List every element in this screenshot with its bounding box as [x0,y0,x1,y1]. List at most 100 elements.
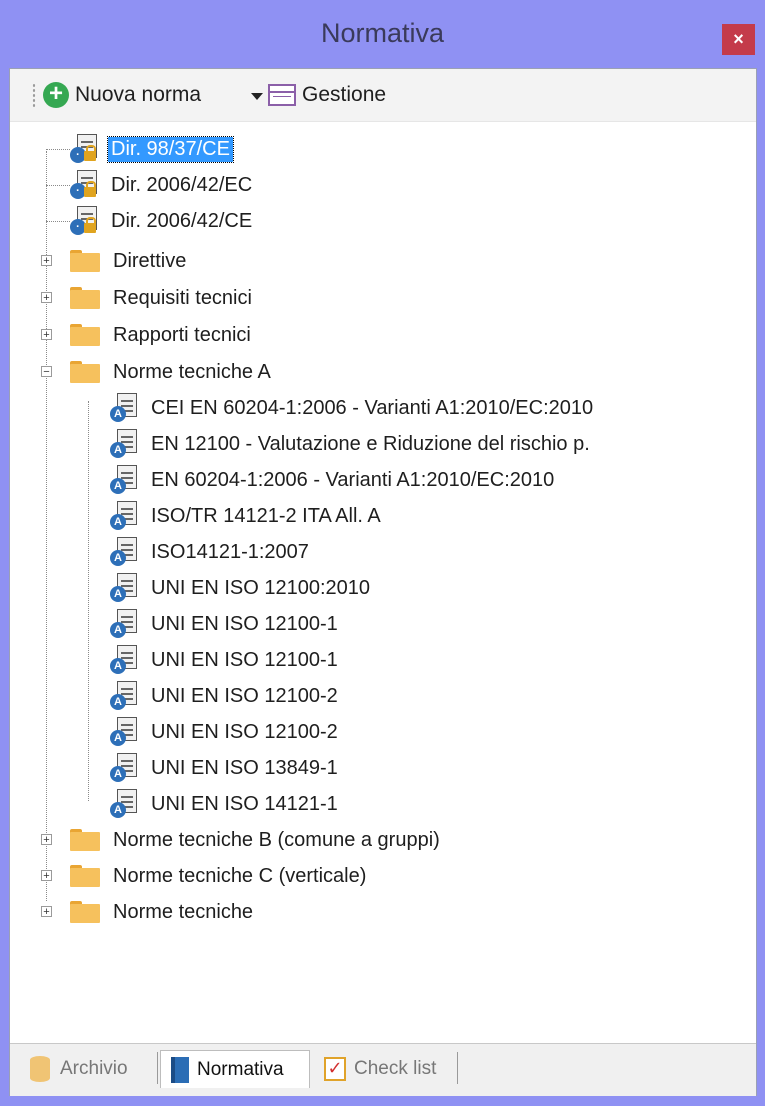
tab-separator [457,1052,458,1084]
add-icon: + [43,82,69,108]
folder-icon [70,865,100,887]
locked-document-icon: · [68,169,100,201]
expand-icon[interactable]: + [41,834,52,846]
titlebar[interactable]: Normativa × [0,0,765,78]
tree-node-label: EN 60204-1:2006 - Varianti A1:2010/EC:20… [151,468,555,491]
tree-node-doc[interactable]: A UNI EN ISO 14121-1 [108,786,341,822]
folder-icon [70,287,100,309]
tab-label: Archivio [60,1058,128,1079]
tree-folder-rapporti[interactable]: Rapporti tecnici [70,317,254,353]
norm-tree[interactable]: · Dir. 98/37/CE · Dir. 2006/42/EC · Dir.… [10,121,756,1041]
tab-label: Check list [354,1058,437,1079]
tree-node-doc[interactable]: A EN 12100 - Valutazione e Riduzione del… [108,426,593,462]
locked-document-icon: · [68,133,100,165]
expand-icon[interactable]: + [41,255,52,267]
document-a-icon: A [108,716,140,748]
close-button[interactable]: × [722,24,755,55]
tree-node-doc[interactable]: · Dir. 2006/42/EC [68,167,255,203]
tree-node-label: ISO/TR 14121-2 ITA All. A [151,504,381,527]
tree-branch-line [88,401,89,801]
expand-icon[interactable]: + [41,870,52,882]
new-norm-label: Nuova norma [75,83,202,106]
tree-node-label: UNI EN ISO 12100:2010 [151,576,371,599]
toolbar-grip-icon[interactable] [32,83,36,109]
tree-connector [46,221,70,222]
tree-folder-norme-b[interactable]: Norme tecniche B (comune a gruppi) [70,822,443,858]
bottom-tabbar: Archivio Normativa ✓ Check list [10,1043,756,1096]
new-norm-button[interactable]: + Nuova norma [43,79,201,111]
tree-node-label: Rapporti tecnici [113,323,251,346]
manage-button[interactable]: Gestione [268,79,386,111]
tree-node-doc[interactable]: A UNI EN ISO 12100-1 [108,606,341,642]
tree-folder-norme-c[interactable]: Norme tecniche C (verticale) [70,858,369,894]
tree-node-label: Dir. 2006/42/CE [111,209,253,232]
tree-node-doc[interactable]: A CEI EN 60204-1:2006 - Varianti A1:2010… [108,390,596,426]
tab-normativa[interactable]: Normativa [160,1050,310,1088]
folder-icon [70,901,100,923]
tree-node-label: Direttive [113,249,187,272]
tab-checklist[interactable]: ✓ Check list [314,1050,464,1088]
document-a-icon: A [108,752,140,784]
document-a-icon: A [108,608,140,640]
window: Normativa × + Nuova norma Gestione · Dir… [0,0,765,1106]
document-a-icon: A [108,536,140,568]
tree-node-doc[interactable]: A UNI EN ISO 12100-2 [108,714,341,750]
document-a-icon: A [108,500,140,532]
tree-node-label: UNI EN ISO 12100-1 [151,612,338,635]
tree-node-label: Norme tecniche C (verticale) [113,864,367,887]
tree-node-label: Dir. 2006/42/EC [111,173,253,196]
tree-node-label: Norme tecniche [113,900,254,923]
tree-node-label: UNI EN ISO 13849-1 [151,756,338,779]
tab-label: Normativa [197,1058,284,1080]
tree-folder-direttive[interactable]: Direttive [70,243,189,279]
tree-node-label: Requisiti tecnici [113,286,252,309]
tree-node-doc[interactable]: A ISO14121-1:2007 [108,534,312,570]
tree-node-doc[interactable]: A UNI EN ISO 13849-1 [108,750,341,786]
expand-icon[interactable]: + [41,292,52,304]
book-icon [171,1056,189,1083]
checklist-icon: ✓ [324,1057,346,1081]
tree-node-doc[interactable]: · Dir. 2006/42/CE [68,203,255,239]
tree-node-label: CEI EN 60204-1:2006 - Varianti A1:2010/E… [151,396,594,419]
document-a-icon: A [108,680,140,712]
tree-node-doc[interactable]: A ISO/TR 14121-2 ITA All. A [108,498,384,534]
tree-node-label: Dir. 98/37/CE [107,135,234,163]
document-a-icon: A [108,392,140,424]
tree-node-label: UNI EN ISO 12100-1 [151,648,338,671]
tree-node-label: EN 12100 - Valutazione e Riduzione del r… [151,432,590,455]
tree-node-doc[interactable]: A EN 60204-1:2006 - Varianti A1:2010/EC:… [108,462,557,498]
tree-folder-requisiti[interactable]: Requisiti tecnici [70,280,255,316]
database-icon [30,1056,50,1082]
document-a-icon: A [108,428,140,460]
tree-folder-norme[interactable]: Norme tecniche [70,894,256,930]
tree-node-label: Norme tecniche A [113,360,271,383]
collapse-icon[interactable]: − [41,366,52,378]
tree-node-doc[interactable]: A UNI EN ISO 12100-2 [108,678,341,714]
tree-folder-norme-a[interactable]: Norme tecniche A [70,354,274,390]
document-a-icon: A [108,644,140,676]
document-a-icon: A [108,788,140,820]
tree-node-label: UNI EN ISO 12100-2 [151,684,338,707]
grid-icon [268,84,296,106]
folder-icon [70,250,100,272]
locked-document-icon: · [68,205,100,237]
tab-separator [157,1052,158,1084]
expand-icon[interactable]: + [41,906,52,918]
tree-connector [46,149,70,150]
tab-archivio[interactable]: Archivio [18,1050,158,1088]
tree-node-doc[interactable]: A UNI EN ISO 12100-1 [108,642,341,678]
document-a-icon: A [108,464,140,496]
tree-node-doc[interactable]: · Dir. 98/37/CE [68,131,234,167]
expand-icon[interactable]: + [41,329,52,341]
document-a-icon: A [108,572,140,604]
window-title: Normativa [320,18,445,48]
tree-node-label: UNI EN ISO 14121-1 [151,792,338,815]
tree-node-label: UNI EN ISO 12100-2 [151,720,338,743]
tree-node-doc[interactable]: A UNI EN ISO 12100:2010 [108,570,373,606]
new-norm-dropdown-icon[interactable] [251,93,263,100]
tree-node-label: ISO14121-1:2007 [151,540,309,563]
folder-icon [70,324,100,346]
manage-label: Gestione [302,83,387,106]
folder-icon [70,829,100,851]
folder-open-icon [70,361,100,383]
